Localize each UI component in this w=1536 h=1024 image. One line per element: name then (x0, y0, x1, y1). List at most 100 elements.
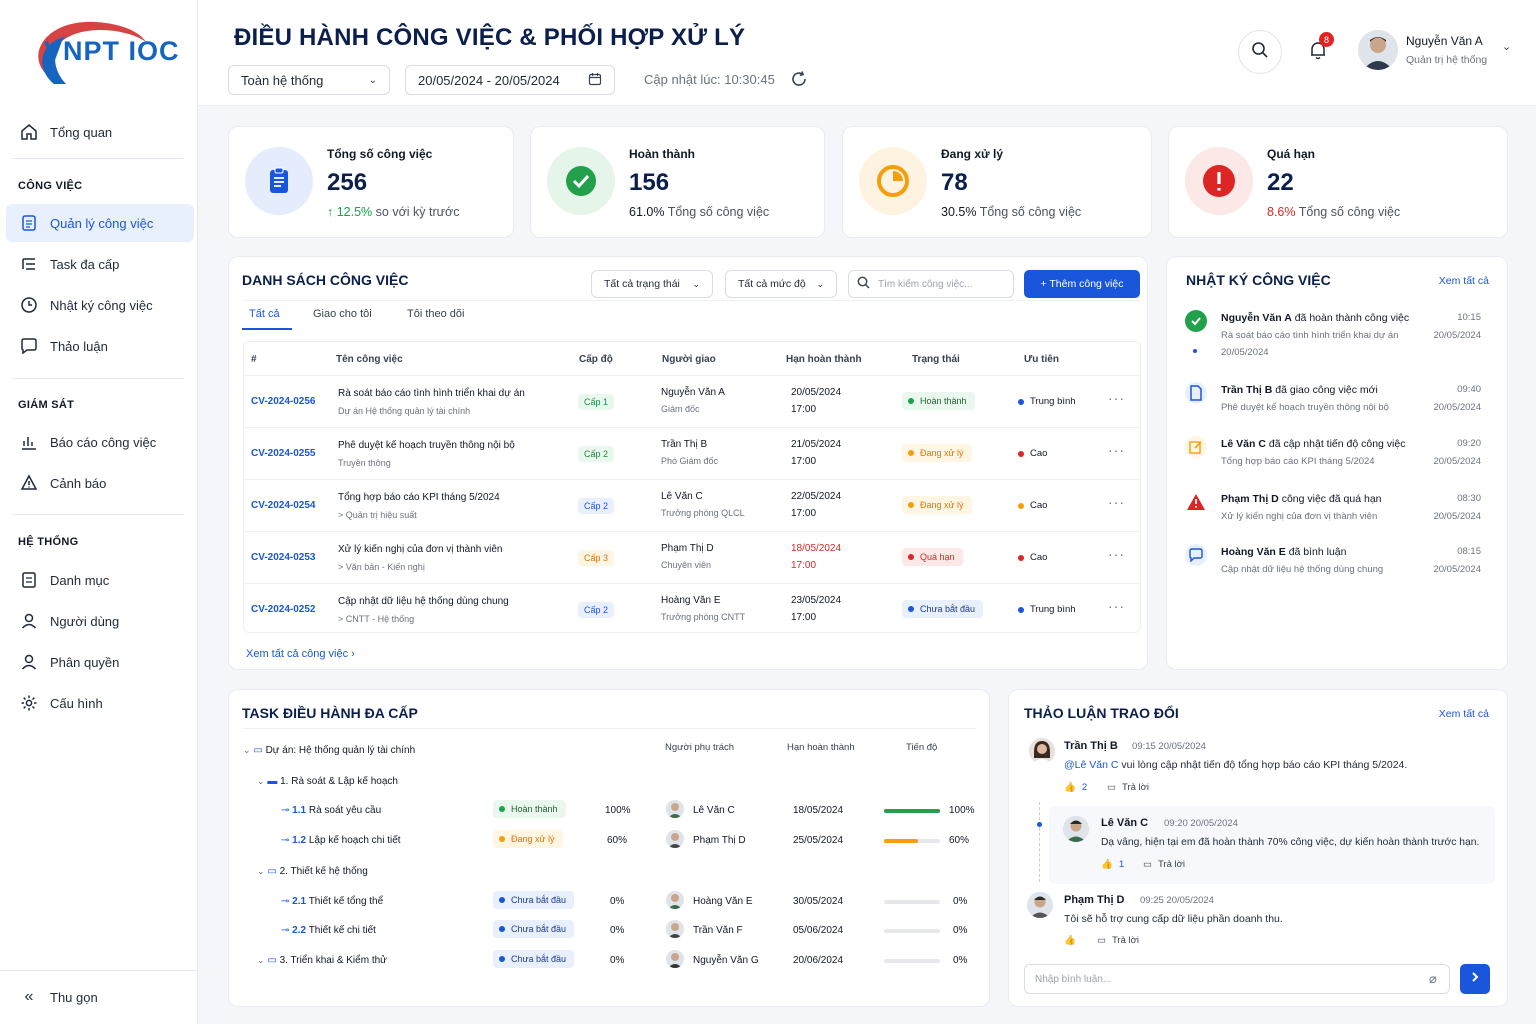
table-row[interactable]: CV-2024-0256 Rà soát báo cáo tình hình t… (243, 375, 1141, 427)
mention[interactable]: @Lê Văn C (1064, 759, 1118, 771)
more-actions-icon[interactable]: ··· (1108, 546, 1125, 562)
nav-work-log[interactable]: Nhật ký công việc (6, 286, 194, 324)
stat-note: so với kỳ trước (375, 205, 460, 219)
search-button[interactable] (1238, 30, 1282, 74)
folder-icon: ▭ (267, 955, 277, 966)
level-filter[interactable]: Tất cả mức độ ⌄ (725, 270, 837, 298)
log-title: Hoàng Văn E đã bình luận (1221, 546, 1347, 558)
more-actions-icon[interactable]: ··· (1108, 390, 1125, 406)
table-row[interactable]: CV-2024-0255 Phê duyệt kế hoạch truyền t… (243, 427, 1141, 479)
more-actions-icon[interactable]: ··· (1108, 494, 1125, 510)
user-menu-chevron-icon[interactable]: ⌄ (1502, 40, 1511, 53)
paperclip-icon[interactable]: ⌀ (1429, 971, 1437, 987)
like-button[interactable]: 👍 2 (1064, 782, 1087, 793)
nav-multilevel-task[interactable]: Task đa cấp (6, 245, 194, 283)
scope-select[interactable]: Toàn hệ thống ⌄ (228, 65, 390, 95)
status-filter[interactable]: Tất cả trạng thái ⌄ (591, 270, 713, 298)
owner-name: Trần Văn F (693, 925, 743, 936)
priority: Cao (1018, 448, 1047, 459)
task-code[interactable]: CV-2024-0255 (251, 448, 316, 459)
progress-label: 60% (949, 835, 970, 846)
log-item[interactable]: Trần Thị B đã giao công việc mới Phê duy… (1185, 382, 1481, 442)
date-range-picker[interactable]: 20/05/2024 - 20/05/2024 (405, 65, 615, 95)
refresh-icon[interactable] (790, 70, 808, 93)
level-badge: Cấp 3 (578, 550, 615, 566)
task-search-input[interactable]: Tìm kiếm công việc... (848, 270, 1014, 298)
task-code[interactable]: CV-2024-0252 (251, 604, 316, 615)
stat-pct: 8.6% (1267, 205, 1296, 219)
tree-task-row[interactable]: ⊸ 1.2 Lập kế hoạch chi tiết (281, 835, 401, 846)
log-item[interactable]: Hoàng Văn E đã bình luận Cập nhật dữ liệ… (1185, 544, 1481, 604)
nav-work-report[interactable]: Báo cáo công việc (6, 423, 194, 461)
log-item[interactable]: Nguyễn Văn A đã hoàn thành công việc Rà … (1185, 310, 1481, 370)
home-icon (20, 123, 38, 141)
avatar (1063, 816, 1089, 842)
vnpt-ioc-logo[interactable]: VNPT IOC (26, 14, 179, 94)
nav-users-label: Người dùng (50, 613, 120, 629)
reply-button[interactable]: ▭ Trả lời (1143, 859, 1185, 870)
percent-text: 0% (610, 955, 625, 966)
add-task-button[interactable]: + Thêm công việc (1024, 270, 1140, 298)
tree-task-row[interactable]: ⊸ 2.2 Thiết kế chi tiết (281, 925, 376, 936)
warning-icon (1185, 491, 1207, 513)
nav-task-management[interactable]: Quản lý công việc (6, 204, 194, 242)
task-code[interactable]: CV-2024-0254 (251, 500, 316, 511)
nav-discussion[interactable]: Thảo luận (6, 327, 194, 365)
clock-icon (20, 296, 38, 314)
stat-value: 78 (941, 169, 968, 196)
task-list-icon (20, 214, 38, 232)
task-code[interactable]: CV-2024-0256 (251, 396, 316, 407)
notification-button[interactable]: 8 (1308, 32, 1334, 65)
subtask-icon: ⊸ (281, 805, 290, 816)
work-log-view-all[interactable]: Xem tất cả (1439, 275, 1489, 287)
collapse-sidebar-button[interactable]: « Thu gọn (6, 978, 194, 1016)
more-actions-icon[interactable]: ··· (1108, 442, 1125, 458)
more-actions-icon[interactable]: ··· (1108, 598, 1125, 614)
task-name: Tổng hợp báo cáo KPI tháng 5/2024 (338, 492, 500, 503)
nav-settings[interactable]: Cấu hình (6, 684, 194, 722)
chevron-down-icon: ⌄ (692, 278, 700, 289)
log-item[interactable]: Lê Văn C đã cập nhật tiến độ công việc T… (1185, 436, 1481, 496)
task-number: 2.1 (292, 896, 307, 907)
task-name: Rà soát báo cáo tình hình triển khai dự … (338, 388, 525, 399)
table-row[interactable]: CV-2024-0254 Tổng hợp báo cáo KPI tháng … (243, 479, 1141, 531)
task-name: Rà soát yêu cầu (308, 805, 382, 816)
send-button[interactable] (1460, 964, 1490, 994)
subtask-icon: ⊸ (281, 835, 290, 846)
log-detail: Cập nhật dữ liệu hệ thống dùng chung (1221, 564, 1384, 575)
discussion-view-all[interactable]: Xem tất cả (1439, 708, 1489, 720)
reply-button[interactable]: ▭ Trả lời (1107, 782, 1149, 793)
table-row[interactable]: CV-2024-0252 Cập nhật dữ liệu hệ thống d… (243, 583, 1141, 633)
tree-task-row[interactable]: ⊸ 2.1 Thiết kế tổng thể (281, 896, 383, 907)
nav-users[interactable]: Người dùng (6, 602, 194, 640)
subtask-icon: ⊸ (281, 896, 290, 907)
view-all-tasks-link[interactable]: Xem tất cả công việc › (246, 648, 355, 660)
section-title-work: CÔNG VIỆC (18, 180, 83, 192)
avatar[interactable] (1358, 30, 1398, 70)
tab-following[interactable]: Tôi theo dõi (407, 308, 464, 320)
nav-catalog[interactable]: Danh mục (6, 561, 194, 599)
table-row[interactable]: CV-2024-0253 Xử lý kiến nghị của đơn vị … (243, 531, 1141, 583)
tree-group-node[interactable]: ⌄ ▭ 2. Thiết kế hệ thống (257, 866, 368, 877)
tab-assigned-to-me[interactable]: Giao cho tôi (313, 308, 372, 320)
like-button[interactable]: 👍 (1064, 935, 1076, 946)
reply-label: Trả lời (1111, 935, 1139, 946)
due-date: 22/05/2024 (791, 491, 842, 502)
tree-group-node[interactable]: ⌄ ▭ 3. Triển khai & Kiểm thử (257, 955, 387, 966)
reply-button[interactable]: ▭ Trả lời (1097, 935, 1139, 946)
progress-label: 0% (953, 925, 968, 936)
tree-project-node[interactable]: ⌄ ▭ Dự án: Hệ thống quản lý tài chính (243, 745, 415, 756)
tab-all[interactable]: Tất cả (249, 308, 280, 320)
tree-group-node[interactable]: ⌄ ▬ 1. Rà soát & Lập kế hoạch (257, 776, 398, 787)
nav-overview[interactable]: Tổng quan (6, 113, 194, 151)
like-button[interactable]: 👍 1 (1101, 859, 1124, 870)
comment-input[interactable]: Nhập bình luận... (1024, 964, 1450, 994)
tree-task-row[interactable]: ⊸ 1.1 Rà soát yêu cầu (281, 805, 381, 816)
log-item[interactable]: Phạm Thị D công việc đã quá hạn Xử lý ki… (1185, 491, 1481, 551)
nav-alerts[interactable]: Cảnh báo (6, 464, 194, 502)
task-code[interactable]: CV-2024-0253 (251, 552, 316, 563)
gear-icon (20, 694, 38, 712)
search-icon (857, 276, 870, 292)
nav-permissions[interactable]: Phân quyền (6, 643, 194, 681)
log-time: 08:30 (1457, 493, 1481, 504)
